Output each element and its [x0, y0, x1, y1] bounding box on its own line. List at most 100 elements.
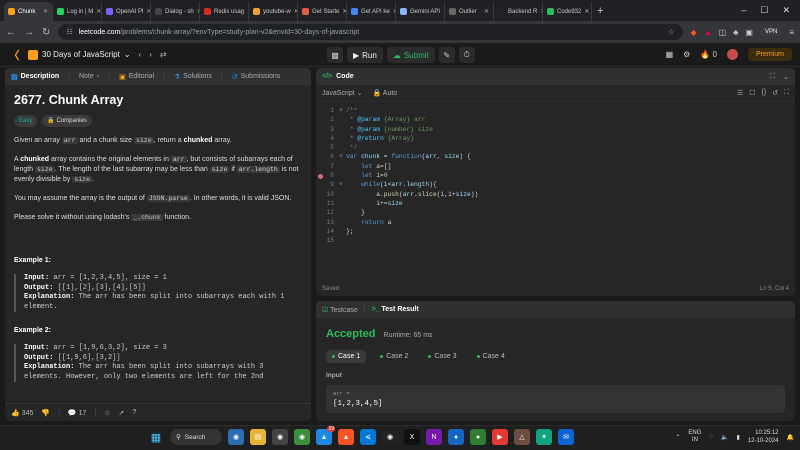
case-tab[interactable]: Case 2: [374, 350, 414, 363]
premium-button[interactable]: Premium: [747, 48, 792, 61]
help-icon[interactable]: ?: [132, 409, 136, 416]
close-tab-icon[interactable]: ✕: [584, 8, 589, 15]
reload-icon[interactable]: ↻: [42, 27, 50, 38]
code-line[interactable]: 11 i+=size: [316, 199, 795, 208]
code-line[interactable]: 6 ˅ var chunk = function(arr, size) {: [316, 152, 795, 161]
tab-solutions[interactable]: ⚗ Solutions: [174, 73, 212, 81]
new-tab-button[interactable]: +: [597, 5, 603, 17]
favorite-icon[interactable]: ☆: [104, 409, 110, 417]
browser-tab[interactable]: youtube-w✕: [249, 2, 298, 21]
tab-description[interactable]: ▤ Description: [11, 73, 59, 81]
shuffle-icon[interactable]: ⇄: [160, 50, 167, 59]
code-editor[interactable]: 1 ˅/** 2 * @param {Array} arr 3 * @param {n…: [316, 102, 795, 245]
collapse-icon[interactable]: ⌄: [783, 73, 789, 81]
case-tab[interactable]: Case 1: [326, 350, 367, 363]
menu-icon[interactable]: ≡: [789, 28, 794, 37]
code-line[interactable]: 12 }: [316, 208, 795, 217]
code-line[interactable]: 2 * @param {Array} arr: [316, 115, 795, 124]
chrome-icon[interactable]: ◉: [294, 429, 310, 445]
maximize-icon[interactable]: ⛶: [770, 73, 775, 81]
study-plan-title[interactable]: 30 Days of JavaScript ⌄: [28, 49, 131, 60]
tab-editorial[interactable]: ▣ Editorial: [119, 73, 154, 81]
timer-button[interactable]: ⏱: [458, 47, 475, 63]
onenote-icon[interactable]: N: [426, 429, 442, 445]
code-line[interactable]: 1 ˅/**: [316, 106, 795, 115]
run-button[interactable]: ▶ Run: [347, 47, 383, 63]
back-icon[interactable]: ←: [6, 27, 16, 38]
camera-icon[interactable]: ◉: [272, 429, 288, 445]
extensions-icon[interactable]: ♣: [733, 28, 738, 37]
browser-tab[interactable]: Backend R✕: [494, 2, 543, 21]
companies-badge[interactable]: 🔒 Companies: [42, 115, 92, 127]
github-icon[interactable]: ◉: [382, 429, 398, 445]
file-explorer-icon[interactable]: ▤: [250, 429, 266, 445]
x-app-icon[interactable]: X: [404, 429, 420, 445]
maximize-window-icon[interactable]: ☐: [760, 5, 768, 16]
chevron-up-icon[interactable]: ⌃: [675, 434, 680, 441]
avatar[interactable]: [726, 49, 738, 60]
tab-submissions[interactable]: ↺ Submissions: [232, 73, 281, 81]
comments-button[interactable]: 💬 17: [68, 409, 86, 417]
page-title[interactable]: 2677. Chunk Array: [14, 94, 302, 107]
wallet-icon[interactable]: ▣: [745, 28, 753, 37]
browser-tab[interactable]: Chunk ✕: [4, 2, 53, 21]
case-tab[interactable]: Case 3: [422, 350, 462, 363]
code-line[interactable]: 3 * @param {number} size: [316, 125, 795, 134]
code-line[interactable]: 5 */: [316, 143, 795, 152]
format-braces-icon[interactable]: {}: [762, 89, 767, 97]
close-window-icon[interactable]: ✕: [782, 5, 790, 16]
auto-toggle[interactable]: 🔒 Auto: [373, 89, 398, 97]
browser-tab[interactable]: Gemini API✕: [396, 2, 445, 21]
share-icon[interactable]: ➚: [118, 409, 124, 417]
game-app-icon[interactable]: ●: [470, 429, 486, 445]
youtube-icon[interactable]: ▶: [492, 429, 508, 445]
prev-problem-icon[interactable]: ‹: [139, 50, 142, 59]
browser-tab[interactable]: Log in | M ✕: [53, 2, 102, 21]
notifications-icon[interactable]: 🔔: [787, 434, 794, 441]
chatgpt-icon[interactable]: ✶: [536, 429, 552, 445]
layout-icon[interactable]: ▦: [666, 50, 674, 59]
code-line[interactable]: 9 ˅ while(i<arr.length){: [316, 180, 795, 189]
browser-tab[interactable]: Get API ke✕: [347, 2, 396, 21]
brave-browser-icon[interactable]: ▲: [338, 429, 354, 445]
forward-icon[interactable]: →: [24, 27, 34, 38]
code-line[interactable]: 10 a.push(arr.slice(i,i+size)): [316, 190, 795, 199]
code-line[interactable]: 8 let i=0: [316, 171, 795, 180]
bluetooth-app-icon[interactable]: ♦: [448, 429, 464, 445]
bookmark-icon[interactable]: ☐: [749, 89, 755, 97]
minimize-icon[interactable]: –: [741, 5, 746, 16]
leetcode-logo-icon[interactable]: 〈: [8, 49, 20, 62]
tab-test-result[interactable]: >_ Test Result: [372, 306, 419, 313]
settings-icon[interactable]: ⚙: [683, 50, 690, 59]
windows-start-icon[interactable]: ▦: [148, 429, 164, 445]
submit-button[interactable]: ☁ Submit: [386, 47, 435, 63]
url-field[interactable]: ☷ leetcode.com/problems/chunk-array/?env…: [58, 24, 683, 40]
code-line[interactable]: 14};: [316, 227, 795, 236]
fullscreen-icon[interactable]: ⛶: [784, 89, 789, 97]
code-line[interactable]: 15: [316, 236, 795, 245]
fold-chevron-icon[interactable]: ˅: [336, 152, 346, 161]
clock[interactable]: 10:25:12 12-10-2024: [748, 429, 779, 445]
reset-icon[interactable]: ↺: [772, 89, 778, 97]
browser-tab[interactable]: Code932 ✕: [543, 2, 592, 21]
browser-tab[interactable]: Dialog - sh✕: [151, 2, 200, 21]
app-notification-icon[interactable]: ▲ 19: [316, 426, 335, 445]
notes-button[interactable]: ✎: [438, 47, 455, 63]
note-icon[interactable]: ☰: [737, 89, 743, 97]
next-problem-icon[interactable]: ›: [149, 50, 152, 59]
code-line[interactable]: 13 return a: [316, 218, 795, 227]
language-indicator[interactable]: ENG IN: [688, 430, 701, 444]
streak-counter[interactable]: 🔥 0: [700, 50, 717, 59]
tab-note[interactable]: Note ▫: [79, 73, 99, 80]
photos-icon[interactable]: △: [514, 429, 530, 445]
site-info-icon[interactable]: ☷: [66, 28, 72, 36]
close-tab-icon[interactable]: ✕: [96, 8, 101, 15]
like-button[interactable]: 👍 345: [11, 409, 33, 417]
browser-tab[interactable]: OpenAI Pl ✕: [102, 2, 151, 21]
star-icon[interactable]: ☆: [668, 28, 674, 36]
close-tab-icon[interactable]: ✕: [484, 8, 489, 15]
outlook-icon[interactable]: ✉: [558, 429, 574, 445]
brave-shield-icon[interactable]: ◆: [691, 28, 697, 37]
brave-rewards-icon[interactable]: ▲: [704, 28, 712, 37]
vscode-icon[interactable]: ≼: [360, 429, 376, 445]
